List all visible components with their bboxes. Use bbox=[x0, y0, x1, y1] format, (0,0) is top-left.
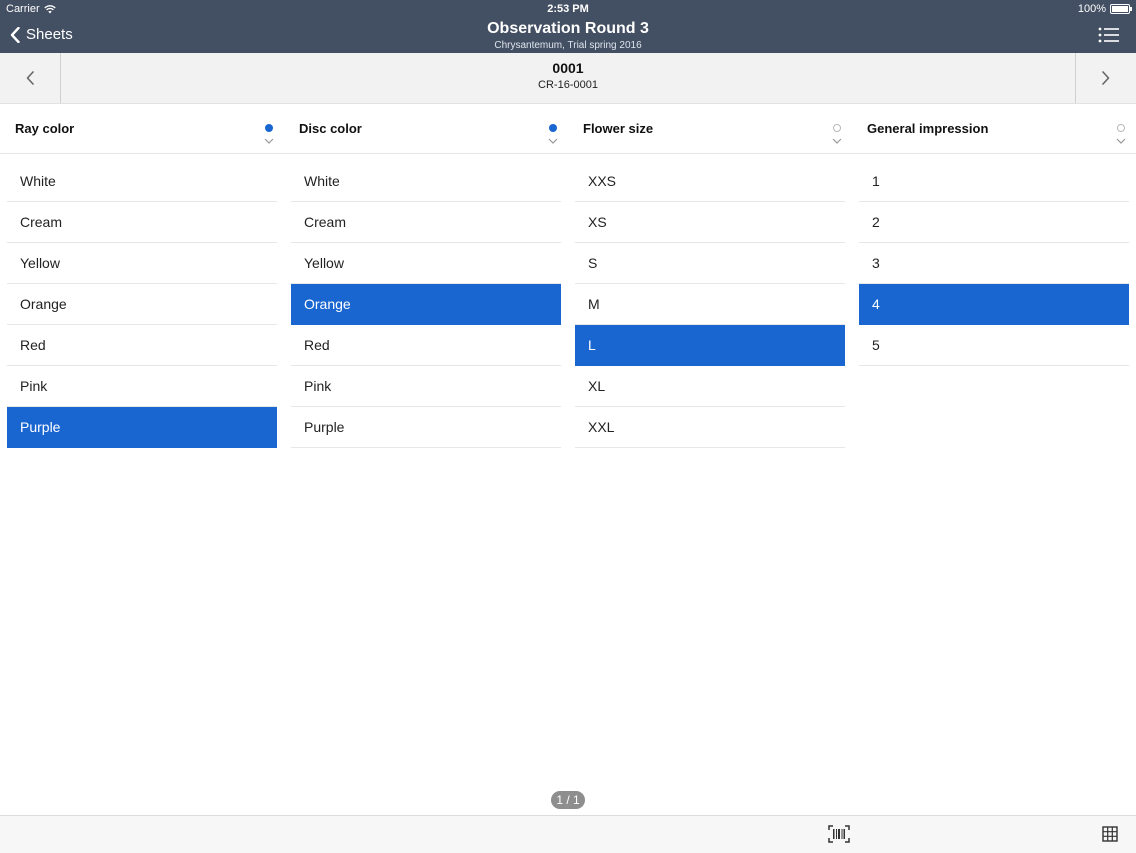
option-item[interactable]: XXS bbox=[575, 161, 845, 202]
list-icon bbox=[1098, 27, 1119, 43]
status-bar: Carrier 2:53 PM 100% bbox=[0, 0, 1136, 17]
option-item[interactable]: Yellow bbox=[7, 243, 277, 284]
page-subtitle: Chrysantemum, Trial spring 2016 bbox=[494, 40, 642, 51]
option-item[interactable]: M bbox=[575, 284, 845, 325]
trait-column: Ray color White Cream Yellow Orange Red Pink Pu… bbox=[0, 104, 284, 448]
trait-label: Disc color bbox=[299, 121, 362, 136]
option-item[interactable]: 2 bbox=[859, 202, 1129, 243]
chevron-down-icon[interactable] bbox=[548, 138, 558, 144]
bottom-toolbar bbox=[0, 815, 1136, 853]
chevron-down-icon[interactable] bbox=[832, 138, 842, 144]
chevron-down-icon[interactable] bbox=[1116, 138, 1126, 144]
option-list: White Cream Yellow Orange Red Pink Purple bbox=[7, 161, 277, 448]
option-item[interactable]: Pink bbox=[7, 366, 277, 407]
record-code: CR-16-0001 bbox=[538, 79, 598, 91]
grid-icon bbox=[1102, 826, 1118, 842]
trait-header[interactable]: Disc color bbox=[284, 104, 568, 154]
record-navigator: 0001 CR-16-0001 bbox=[0, 53, 1136, 104]
trait-column: Flower size XXS XS S M L XL XXL bbox=[568, 104, 852, 448]
grid-view-button[interactable] bbox=[1102, 826, 1118, 842]
chevron-left-icon bbox=[26, 71, 34, 85]
chevron-right-icon bbox=[1102, 71, 1110, 85]
completion-status-icon bbox=[833, 124, 841, 132]
option-item[interactable]: Red bbox=[291, 325, 561, 366]
option-item[interactable]: Red bbox=[7, 325, 277, 366]
option-item[interactable]: Orange bbox=[7, 284, 277, 325]
nav-title-block: Observation Round 3 Chrysantemum, Trial … bbox=[0, 20, 1136, 51]
option-item[interactable]: XS bbox=[575, 202, 845, 243]
page-indicator: 1 / 1 bbox=[551, 791, 585, 809]
trait-column: Disc color White Cream Yellow Orange Red Pink P… bbox=[284, 104, 568, 448]
barcode-scan-button[interactable] bbox=[828, 825, 850, 843]
trait-label: Flower size bbox=[583, 121, 654, 136]
option-item-selected[interactable]: Orange bbox=[291, 284, 561, 325]
next-record-button[interactable] bbox=[1075, 53, 1136, 103]
completion-status-icon bbox=[265, 124, 273, 132]
option-item[interactable]: Pink bbox=[291, 366, 561, 407]
trait-header[interactable]: Ray color bbox=[0, 104, 284, 154]
barcode-scan-icon bbox=[828, 825, 850, 843]
option-item[interactable]: XL bbox=[575, 366, 845, 407]
completion-status-icon bbox=[1117, 124, 1125, 132]
completion-status-icon bbox=[549, 124, 557, 132]
record-id: 0001 bbox=[552, 60, 584, 76]
option-item[interactable]: Cream bbox=[7, 202, 277, 243]
option-list: XXS XS S M L XL XXL bbox=[575, 161, 845, 448]
option-item[interactable]: White bbox=[7, 161, 277, 202]
option-item[interactable]: 5 bbox=[859, 325, 1129, 366]
battery-indicator: 100% bbox=[1077, 3, 1132, 15]
battery-icon bbox=[1110, 4, 1132, 14]
option-item[interactable]: 3 bbox=[859, 243, 1129, 284]
chevron-down-icon[interactable] bbox=[264, 138, 274, 144]
option-item[interactable]: XXL bbox=[575, 407, 845, 448]
trait-column: General impression 1 2 3 4 5 bbox=[852, 104, 1136, 366]
previous-record-button[interactable] bbox=[0, 53, 61, 103]
clock: 2:53 PM bbox=[547, 3, 589, 15]
option-list: 12345 bbox=[859, 161, 1129, 366]
record-info: 0001 CR-16-0001 bbox=[0, 60, 1136, 91]
option-item[interactable]: Cream bbox=[291, 202, 561, 243]
trait-label: Ray color bbox=[15, 121, 75, 136]
option-item-selected[interactable]: 4 bbox=[859, 284, 1129, 325]
battery-percent: 100% bbox=[1077, 3, 1106, 15]
option-item-selected[interactable]: L bbox=[575, 325, 845, 366]
option-item-selected[interactable]: Purple bbox=[7, 407, 277, 448]
trait-header[interactable]: General impression bbox=[852, 104, 1136, 154]
option-item[interactable]: White bbox=[291, 161, 561, 202]
page-title: Observation Round 3 bbox=[487, 20, 649, 37]
option-item[interactable]: S bbox=[575, 243, 845, 284]
trait-header[interactable]: Flower size bbox=[568, 104, 852, 154]
menu-button[interactable] bbox=[1098, 26, 1120, 44]
option-item[interactable]: 1 bbox=[859, 161, 1129, 202]
navigation-bar: Carrier 2:53 PM 100% Sheets Observation … bbox=[0, 0, 1136, 53]
option-item[interactable]: Purple bbox=[291, 407, 561, 448]
trait-label: General impression bbox=[867, 121, 989, 136]
option-list: White Cream Yellow Orange Red Pink Purple bbox=[291, 161, 561, 448]
option-item[interactable]: Yellow bbox=[291, 243, 561, 284]
